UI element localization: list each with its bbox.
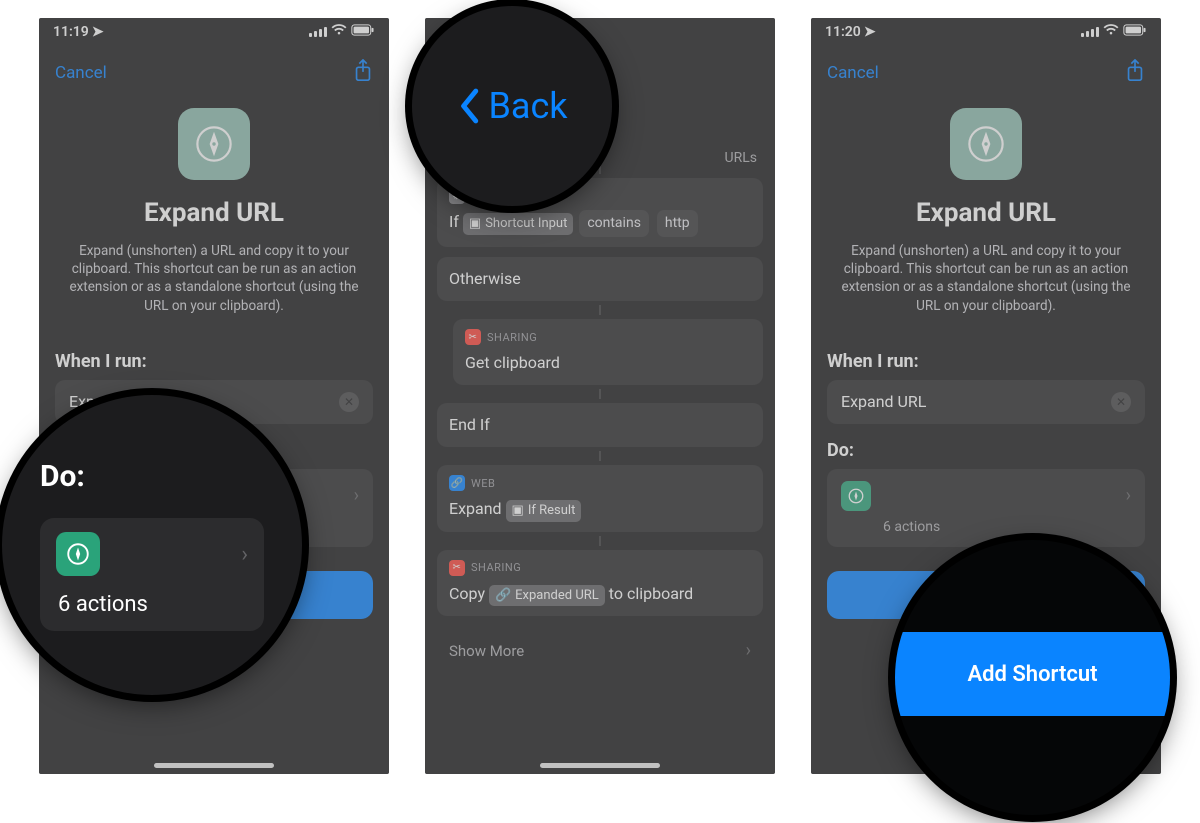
scripting-icon: ⚙ xyxy=(449,188,465,204)
battery-icon xyxy=(1123,24,1147,40)
web-icon: 🔗 xyxy=(449,475,465,491)
sharing-icon: ✂ xyxy=(449,560,465,576)
location-icon: ➤ xyxy=(864,24,876,40)
cancel-button[interactable]: Cancel xyxy=(827,63,879,83)
status-bar: 11:19➤ xyxy=(39,18,389,46)
action-end-if[interactable]: End If xyxy=(437,403,763,447)
sharing-icon: ✂ xyxy=(465,329,481,345)
phone-3: 11:20➤ Cancel xyxy=(811,18,1161,774)
action-expand[interactable]: 🔗WEB Expand ▣ If Result xyxy=(437,465,763,532)
nav-bar: Cancel xyxy=(811,46,1161,100)
chevron-right-icon: › xyxy=(746,640,751,661)
do-label: Do: xyxy=(827,440,1145,461)
do-label: Do: xyxy=(55,440,373,461)
shortcut-input-var[interactable]: ▣ Shortcut Input xyxy=(463,213,573,235)
actions-count-label: 6 actions xyxy=(883,519,1131,535)
add-shortcut-button[interactable]: Add Shortcut xyxy=(827,571,1145,619)
shortcut-title: Expand URL xyxy=(827,198,1145,228)
shortcut-description: Expand (unshorten) a URL and copy it to … xyxy=(827,242,1145,343)
compass-icon xyxy=(841,481,871,511)
show-more-row[interactable]: Show More › xyxy=(437,626,763,675)
phone-2: URLs ⚙SCRIPTING If ▣ Shortcut Input cont… xyxy=(425,18,775,774)
battery-icon xyxy=(351,24,375,40)
cancel-button[interactable]: Cancel xyxy=(55,63,107,83)
when-i-run-value: Expand URL xyxy=(841,392,926,411)
expanded-url-var[interactable]: 🔗 Expanded URL xyxy=(489,585,605,607)
action-if[interactable]: ⚙SCRIPTING If ▣ Shortcut Input contains … xyxy=(437,178,763,247)
action-get-clipboard[interactable]: ✂SHARING Get clipboard xyxy=(453,319,763,385)
when-i-run-value: Expand URL xyxy=(69,392,154,411)
share-icon[interactable] xyxy=(353,59,373,88)
when-i-run-field[interactable]: Expand URL ✕ xyxy=(827,380,1145,424)
clear-icon[interactable]: ✕ xyxy=(1111,392,1131,412)
status-right xyxy=(1081,24,1147,40)
shortcut-app-icon xyxy=(178,108,250,180)
compass-icon xyxy=(69,481,99,511)
if-value[interactable]: http xyxy=(657,210,698,237)
clear-icon[interactable]: ✕ xyxy=(339,392,359,412)
chevron-right-icon: › xyxy=(354,485,359,506)
action-otherwise[interactable]: Otherwise xyxy=(437,257,763,301)
shortcut-app-icon xyxy=(950,108,1022,180)
cellular-icon xyxy=(1081,27,1099,37)
status-time: 11:20➤ xyxy=(825,24,876,40)
home-indicator xyxy=(154,763,274,768)
share-icon[interactable] xyxy=(1125,59,1145,88)
cellular-icon xyxy=(309,27,327,37)
status-right xyxy=(309,24,375,40)
home-indicator xyxy=(540,763,660,768)
do-actions-row[interactable]: › 6 actions xyxy=(55,469,373,547)
shortcut-description: Expand (unshorten) a URL and copy it to … xyxy=(55,242,373,343)
actions-count-label: 6 actions xyxy=(111,519,359,535)
tutorial-collage: 11:19➤ Cancel xyxy=(0,0,1200,823)
status-time: 11:19➤ xyxy=(53,24,104,40)
wifi-icon xyxy=(331,24,347,40)
wifi-icon xyxy=(1103,24,1119,40)
action-copy[interactable]: ✂SHARING Copy 🔗 Expanded URL to clipboar… xyxy=(437,550,763,617)
location-icon: ➤ xyxy=(92,24,104,40)
if-operator[interactable]: contains xyxy=(579,210,649,237)
nav-bar: Cancel xyxy=(39,46,389,100)
when-i-run-field[interactable]: Expand URL ✕ xyxy=(55,380,373,424)
home-indicator xyxy=(926,763,1046,768)
shortcut-title: Expand URL xyxy=(55,198,373,228)
status-bar: 11:20➤ xyxy=(811,18,1161,46)
phone-1: 11:19➤ Cancel xyxy=(39,18,389,774)
if-result-var[interactable]: ▣ If Result xyxy=(506,500,582,522)
when-i-run-label: When I run: xyxy=(55,351,373,372)
when-i-run-label: When I run: xyxy=(827,351,1145,372)
chevron-right-icon: › xyxy=(1126,485,1131,506)
do-actions-row[interactable]: › 6 actions xyxy=(827,469,1145,547)
add-shortcut-button[interactable]: Add Shortcut xyxy=(55,571,373,619)
